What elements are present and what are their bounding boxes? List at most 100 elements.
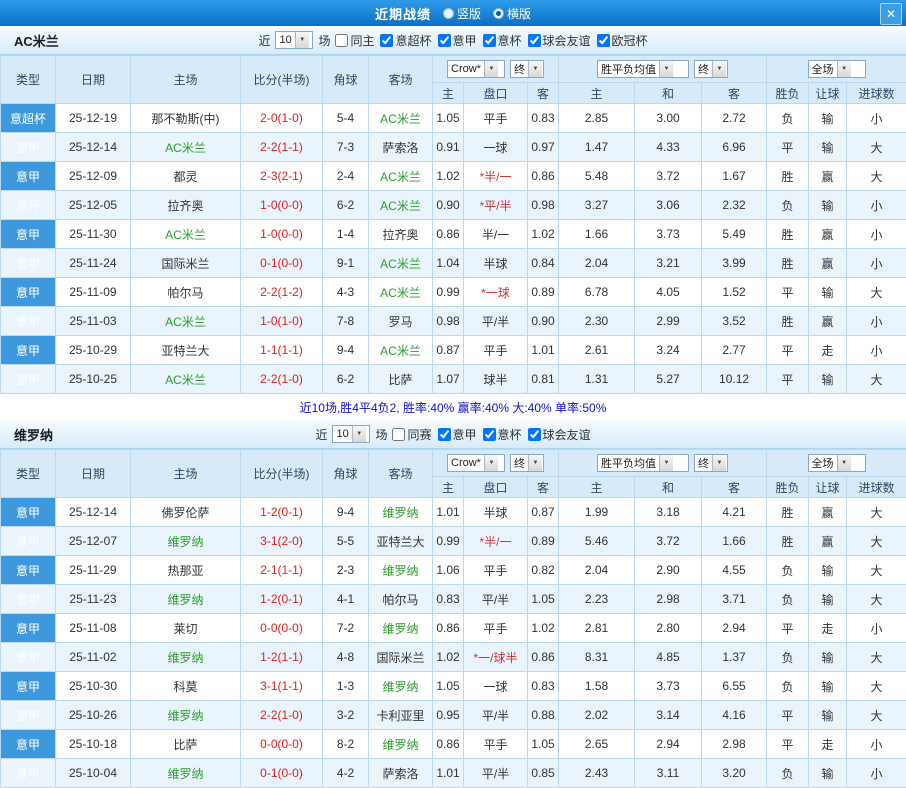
section-verona: 维罗纳 近 10▼ 场 同赛意甲意杯球会友谊 类型 日期 主场 比分(半场) 角… [0,420,906,788]
league-type-badge: 意甲 [1,220,56,249]
checkbox-input[interactable] [380,34,393,47]
checkbox-input[interactable] [438,34,451,47]
checkbox-input[interactable] [335,34,348,47]
filter-checkbox[interactable]: 球会友谊 [528,32,591,49]
dropdown-arrow-icon: ▼ [352,426,366,442]
result-wdl: 负 [767,191,809,220]
avg-home-odds: 2.43 [559,759,635,788]
bookmaker-select[interactable]: Crow*▼ [447,454,505,472]
match-date: 25-12-14 [56,133,131,162]
odds-stage-select[interactable]: 终▼ [510,454,544,472]
wdl-average-select[interactable]: 胜平负均值▼ [597,60,689,78]
away-team: 维罗纳 [369,672,433,701]
result-goals: 大 [847,133,906,162]
match-date: 25-11-08 [56,614,131,643]
match-count-select[interactable]: 10▼ [332,425,370,443]
filter-checkbox[interactable]: 意杯 [483,426,522,443]
match-date: 25-11-29 [56,556,131,585]
scope-select[interactable]: 全场▼ [808,454,866,472]
home-team: 维罗纳 [131,759,241,788]
match-count-select[interactable]: 10▼ [275,31,313,49]
dropdown-arrow-icon: ▼ [295,32,309,48]
filter-checkbox[interactable]: 欧冠杯 [597,32,648,49]
match-row: 意甲25-10-26维罗纳2-2(1-0)3-2卡利亚里0.95平/半0.882… [1,701,906,730]
subcol-avg-home: 主 [559,83,635,104]
league-type-badge: 意甲 [1,556,56,585]
filter-checkbox[interactable]: 意杯 [483,32,522,49]
odds-away: 0.83 [528,672,559,701]
result-goals: 小 [847,249,906,278]
result-handicap: 输 [809,643,847,672]
odds-home: 0.86 [433,730,464,759]
odds-home: 1.02 [433,162,464,191]
handicap: 球半 [464,365,528,394]
layout-vertical-option[interactable]: 竖版 [443,5,481,22]
handicap: 平手 [464,336,528,365]
corners: 6-2 [323,191,369,220]
avg-draw-odds: 3.72 [635,162,702,191]
filter-checkbox[interactable]: 球会友谊 [528,426,591,443]
match-date: 25-11-02 [56,643,131,672]
match-date: 25-10-25 [56,365,131,394]
checkbox-label: 意杯 [498,32,522,49]
filter-checkbox[interactable]: 意超杯 [380,32,431,49]
wdl-average-select[interactable]: 胜平负均值▼ [597,454,689,472]
dropdown-arrow-icon: ▼ [659,455,673,471]
subcol-avg-draw: 和 [635,477,702,498]
odds-home: 1.07 [433,365,464,394]
league-type-badge: 意甲 [1,672,56,701]
checkbox-input[interactable] [597,34,610,47]
handicap: *一球 [464,278,528,307]
odds-home: 1.06 [433,556,464,585]
odds-group-header: Crow*▼ 终▼ [433,56,559,83]
checkbox-input[interactable] [528,428,541,441]
filter-checkbox[interactable]: 同赛 [392,426,431,443]
match-date: 25-12-14 [56,498,131,527]
filter-checkbox[interactable]: 意甲 [438,426,477,443]
checkbox-input[interactable] [438,428,451,441]
match-date: 25-12-05 [56,191,131,220]
league-filter-checkboxes: 同主意超杯意甲 意杯球会友谊欧冠杯 [335,32,647,49]
match-row: 意甲25-10-29亚特兰大1-1(1-1)9-4AC米兰0.87平手1.012… [1,336,906,365]
filter-checkbox[interactable]: 意甲 [438,32,477,49]
avg-draw-odds: 3.73 [635,220,702,249]
dropdown-arrow-icon: ▼ [528,455,542,471]
subcol-handicap: 盘口 [464,83,528,104]
match-row: 意甲25-11-30AC米兰1-0(0-0)1-4拉齐奥0.86半/一1.021… [1,220,906,249]
result-handicap: 输 [809,133,847,162]
layout-horizontal-option[interactable]: 横版 [493,5,531,22]
avg-draw-odds: 5.27 [635,365,702,394]
handicap: *平/半 [464,191,528,220]
home-team: 热那亚 [131,556,241,585]
away-team: 维罗纳 [369,614,433,643]
league-type-badge: 意甲 [1,249,56,278]
checkbox-input[interactable] [483,34,496,47]
avg-away-odds: 1.37 [702,643,767,672]
handicap: 平/半 [464,701,528,730]
col-date: 日期 [56,450,131,498]
avg-home-odds: 2.85 [559,104,635,133]
checkbox-input[interactable] [528,34,541,47]
away-team: 亚特兰大 [369,527,433,556]
avg-away-odds: 1.67 [702,162,767,191]
filter-checkbox[interactable]: 同主 [335,32,374,49]
checkbox-input[interactable] [392,428,405,441]
avg-stage-select[interactable]: 终▼ [694,60,728,78]
avg-away-odds: 3.52 [702,307,767,336]
odds-stage-select[interactable]: 终▼ [510,60,544,78]
league-type-badge: 意甲 [1,498,56,527]
avg-stage-select[interactable]: 终▼ [694,454,728,472]
handicap: 一球 [464,672,528,701]
handicap: 半/一 [464,220,528,249]
scope-select[interactable]: 全场▼ [808,60,866,78]
fulltime-group-header: 全场▼ [767,450,906,477]
avg-draw-odds: 3.18 [635,498,702,527]
filter-bar: 近 10▼ 场 同主意超杯意甲意杯球会友谊欧冠杯 [258,31,647,49]
checkbox-input[interactable] [483,428,496,441]
bookmaker-select[interactable]: Crow*▼ [447,60,505,78]
result-handicap: 赢 [809,498,847,527]
close-button[interactable]: ✕ [880,3,902,25]
result-goals: 小 [847,191,906,220]
odds-away: 0.89 [528,278,559,307]
home-team: 比萨 [131,730,241,759]
